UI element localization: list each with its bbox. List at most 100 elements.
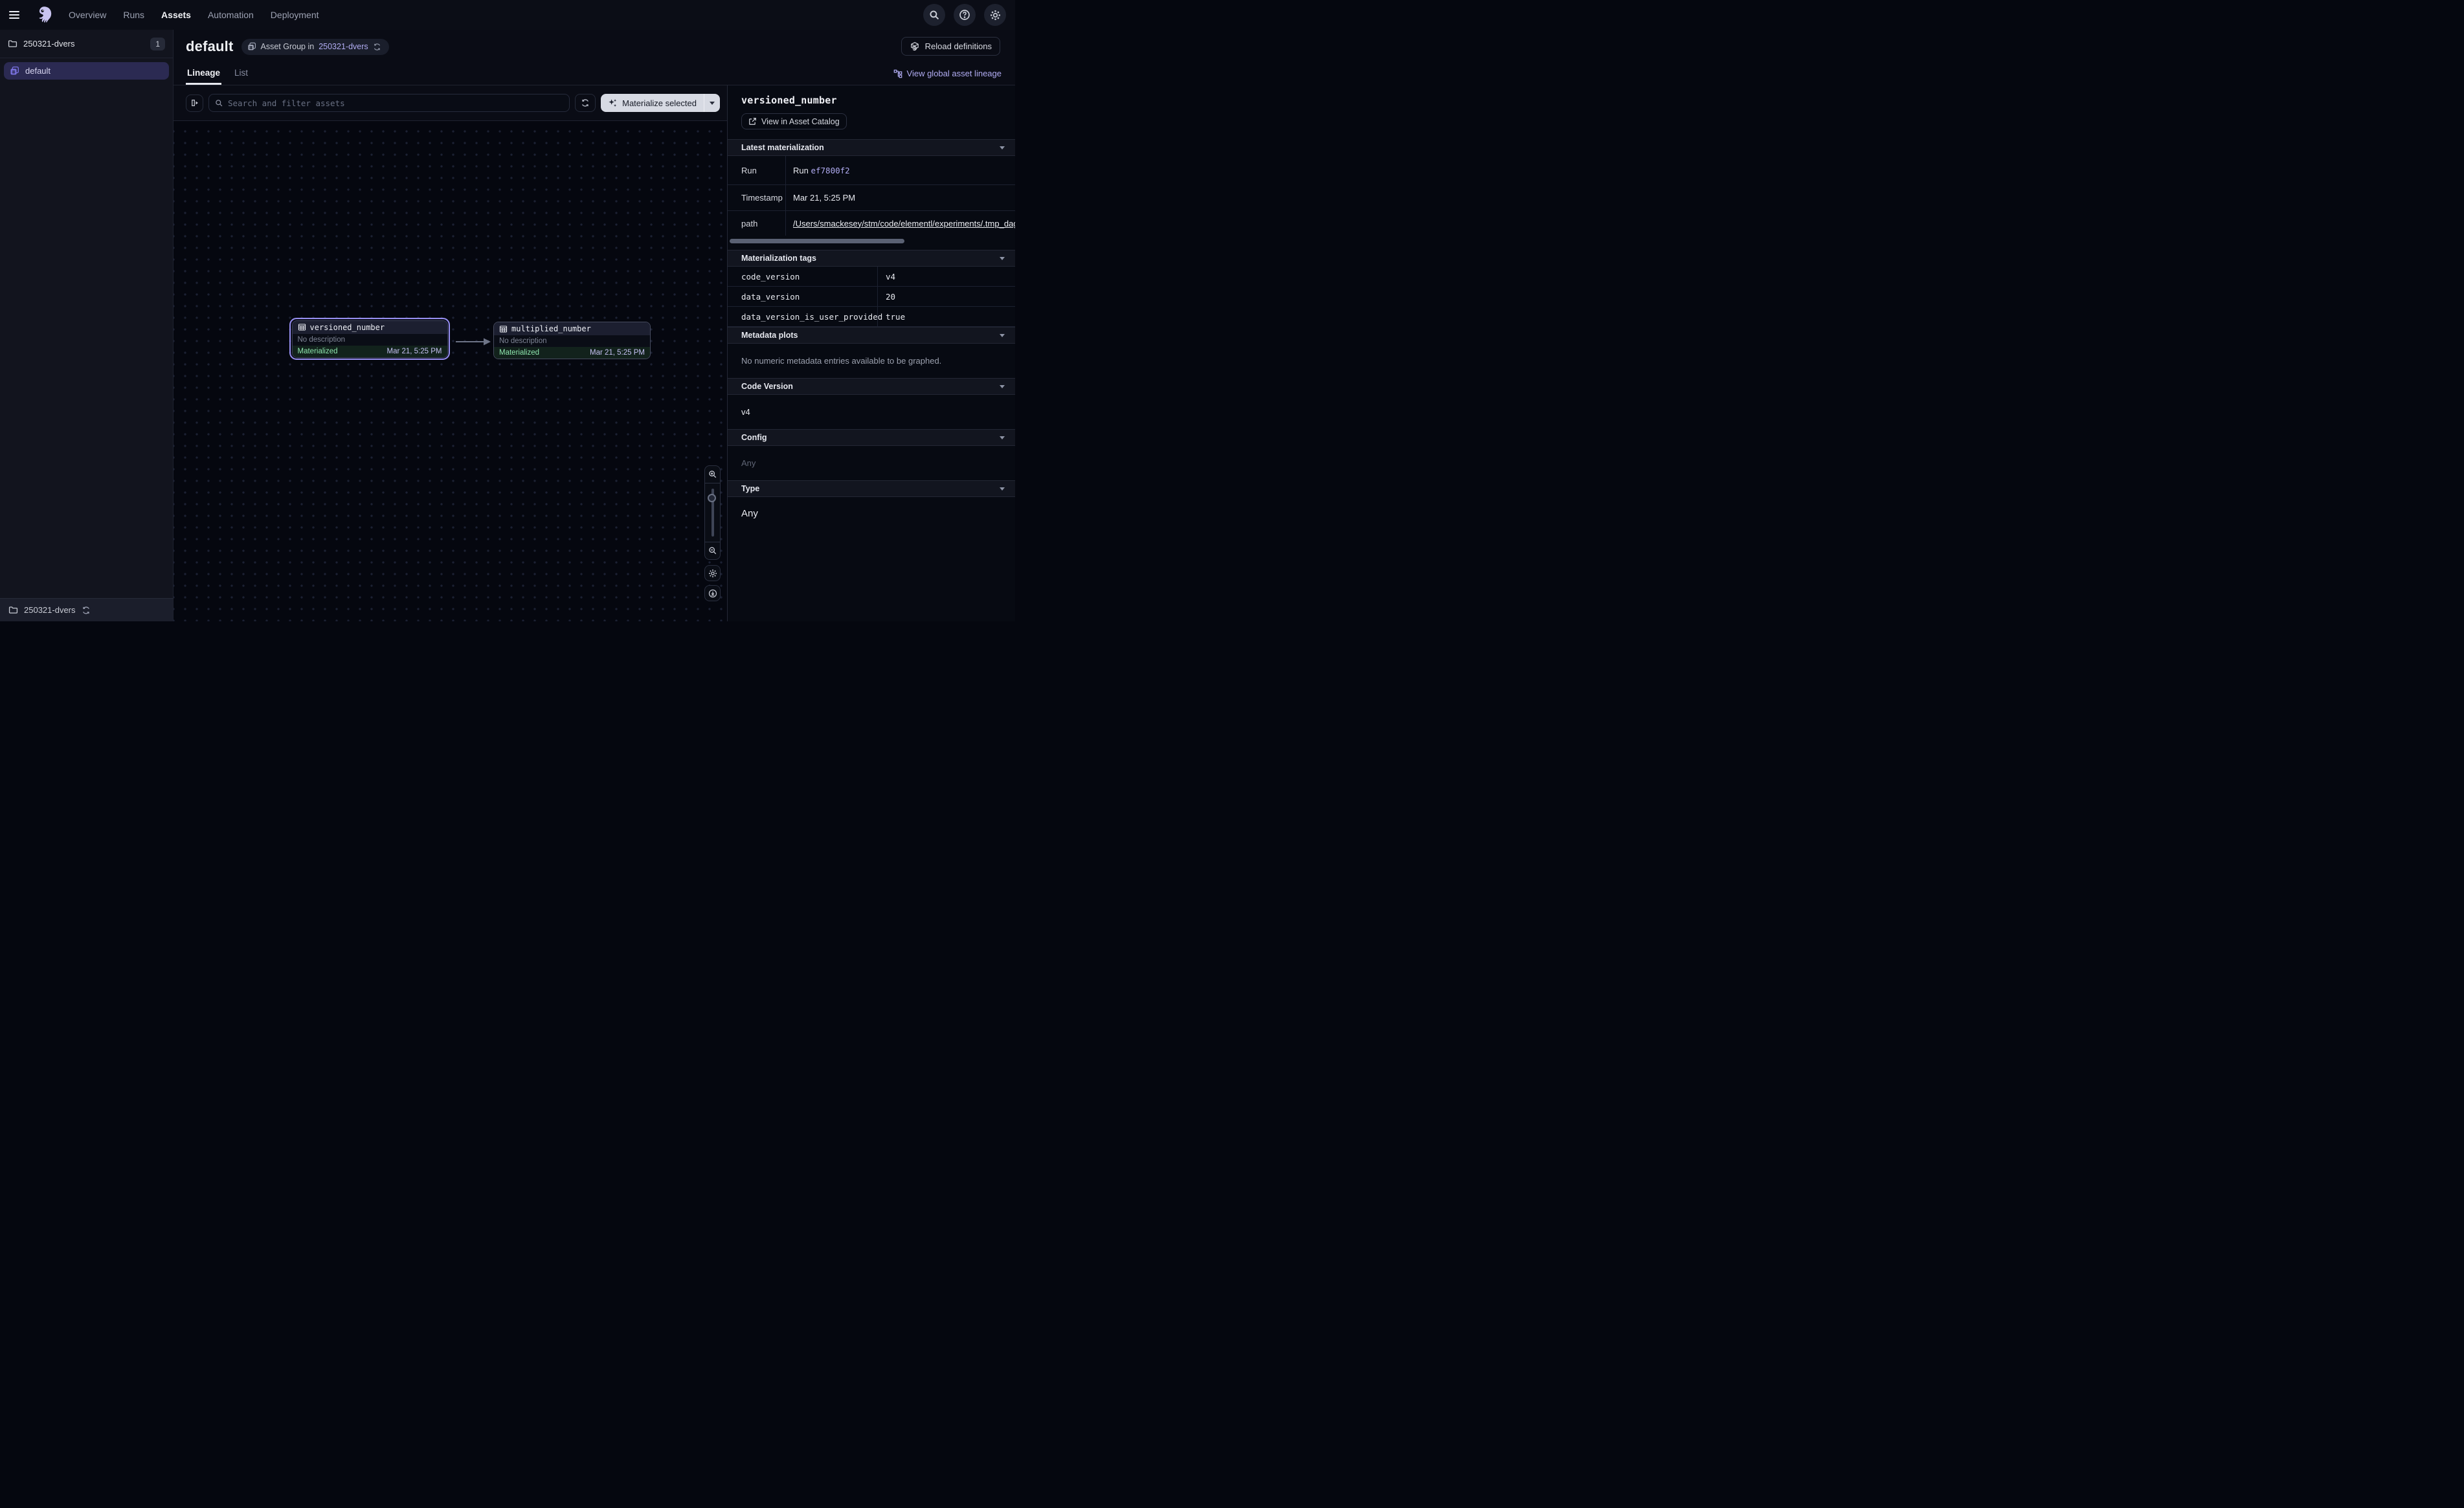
- lineage-canvas[interactable]: versioned_number No description Material…: [174, 121, 727, 621]
- section-type[interactable]: Type: [728, 480, 1015, 497]
- search-button[interactable]: [923, 4, 945, 26]
- section-title: Latest materialization: [741, 143, 824, 152]
- tag-value: true: [878, 307, 1015, 326]
- section-code-version[interactable]: Code Version: [728, 378, 1015, 395]
- nav-right-actions: [923, 4, 1006, 26]
- zoom-slider[interactable]: [705, 483, 720, 542]
- chevron-down-icon: [710, 102, 715, 105]
- collapse-caret-icon: [1000, 436, 1005, 439]
- materialized-status: Materialized: [298, 348, 338, 355]
- expand-sidebar-panel-button[interactable]: [186, 94, 203, 112]
- materialized-timestamp: Mar 21, 5:25 PM: [590, 349, 645, 357]
- asset-node-multiplied-number[interactable]: multiplied_number No description Materia…: [493, 322, 651, 359]
- tag-key: data_version: [728, 287, 878, 306]
- code-location-name: 250321-dvers: [23, 39, 75, 49]
- zoom-out-button[interactable]: [705, 542, 720, 559]
- zoom-in-button[interactable]: [705, 466, 720, 483]
- asset-node-header: multiplied_number: [494, 322, 650, 335]
- table-row: Run Run ef7800f2: [728, 156, 1015, 185]
- asset-group-icon: [247, 42, 256, 51]
- zoom-controls: [704, 465, 721, 560]
- metadata-plots-empty-text: No numeric metadata entries available to…: [728, 344, 1015, 378]
- section-materialization-tags[interactable]: Materialization tags: [728, 250, 1015, 267]
- asset-node-status-row: Materialized Mar 21, 5:25 PM: [494, 347, 650, 359]
- row-value: Run ef7800f2: [786, 156, 1015, 184]
- asset-group-icon: [10, 66, 19, 76]
- tag-key: data_version_is_user_provided: [728, 307, 878, 326]
- section-title: Config: [741, 433, 767, 442]
- sync-icon: [373, 43, 381, 51]
- asset-search-input[interactable]: [228, 98, 563, 108]
- tab-lineage[interactable]: Lineage: [186, 64, 221, 85]
- table-icon: [298, 323, 306, 331]
- tag-key: code_version: [728, 267, 878, 286]
- top-nav: Overview Runs Assets Automation Deployme…: [0, 0, 1015, 30]
- sidebar-code-location[interactable]: 250321-dvers 1: [0, 30, 173, 58]
- materialized-status: Materialized: [499, 349, 539, 357]
- row-label: Timestamp: [728, 185, 786, 210]
- collapse-caret-icon: [1000, 487, 1005, 491]
- badge-location-link[interactable]: 250321-dvers: [319, 42, 368, 51]
- asset-node-status-row: Materialized Mar 21, 5:25 PM: [293, 346, 447, 357]
- panel-toggle-icon: [190, 98, 199, 107]
- sidebar-item-default-group[interactable]: default: [4, 62, 169, 80]
- reload-definitions-label: Reload definitions: [925, 41, 992, 51]
- materialize-sparkle-icon: [608, 98, 618, 108]
- collapse-caret-icon: [1000, 257, 1005, 260]
- nav-item-overview[interactable]: Overview: [69, 10, 106, 20]
- nav-item-runs[interactable]: Runs: [123, 10, 144, 20]
- row-label: Run: [728, 156, 786, 184]
- graph-settings-button[interactable]: [704, 565, 721, 581]
- nav-item-automation[interactable]: Automation: [208, 10, 254, 20]
- materialize-dropdown-button[interactable]: [704, 94, 720, 112]
- reload-definitions-button[interactable]: Reload definitions: [901, 37, 1000, 56]
- content: 250321-dvers 1 default 250321-dvers defa…: [0, 30, 1015, 621]
- section-title: Materialization tags: [741, 254, 816, 263]
- latest-materialization-table: Run Run ef7800f2 Timestamp Mar 21, 5:25 …: [728, 156, 1015, 236]
- lineage-edge-arrow: [451, 333, 495, 351]
- nav-item-deployment[interactable]: Deployment: [271, 10, 319, 20]
- section-config[interactable]: Config: [728, 429, 1015, 446]
- section-latest-materialization[interactable]: Latest materialization: [728, 139, 1015, 156]
- view-global-asset-lineage-link[interactable]: View global asset lineage: [893, 69, 1002, 78]
- collapse-caret-icon: [1000, 385, 1005, 388]
- hamburger-menu-icon[interactable]: [9, 6, 26, 23]
- materialize-selected-button[interactable]: Materialize selected: [601, 94, 704, 112]
- help-button[interactable]: [954, 4, 976, 26]
- refresh-graph-button[interactable]: [575, 94, 596, 112]
- nav-item-assets[interactable]: Assets: [161, 10, 191, 20]
- reload-definitions-icon: [910, 41, 920, 52]
- tab-list[interactable]: List: [233, 64, 249, 85]
- sidebar-item-label: default: [25, 66, 50, 76]
- section-title: Code Version: [741, 382, 793, 391]
- settings-button[interactable]: [984, 4, 1006, 26]
- row-label: path: [728, 211, 786, 236]
- refresh-icon: [581, 98, 590, 107]
- table-row: data_version_is_user_provided true: [728, 307, 1015, 327]
- external-link-icon: [748, 117, 757, 126]
- section-metadata-plots[interactable]: Metadata plots: [728, 327, 1015, 344]
- folder-icon: [8, 605, 18, 615]
- section-title: Metadata plots: [741, 331, 798, 340]
- asset-node-description: No description: [293, 334, 447, 346]
- run-prefix: Run: [793, 166, 811, 175]
- path-link[interactable]: /Users/smackesey/stm/code/elementl/exper…: [793, 219, 1015, 228]
- asset-node-versioned-number[interactable]: versioned_number No description Material…: [289, 318, 450, 360]
- table-row: data_version 20: [728, 287, 1015, 307]
- asset-count-badge: 1: [150, 38, 165, 50]
- zoom-slider-thumb[interactable]: [708, 494, 716, 502]
- tag-value: 20: [878, 287, 1015, 306]
- main-body: Materialize selected: [174, 85, 1015, 621]
- scrollbar-thumb[interactable]: [730, 239, 904, 243]
- gear-icon: [708, 569, 717, 578]
- view-in-asset-catalog-button[interactable]: View in Asset Catalog: [741, 113, 847, 129]
- row-value: Mar 21, 5:25 PM: [786, 185, 1015, 210]
- dagster-logo-icon[interactable]: [34, 5, 54, 25]
- asset-node-description: No description: [494, 335, 650, 347]
- run-id-link[interactable]: ef7800f2: [811, 166, 849, 175]
- download-icon: [708, 589, 717, 598]
- table-row: path /Users/smackesey/stm/code/elementl/…: [728, 211, 1015, 236]
- download-graph-button[interactable]: [704, 585, 721, 601]
- sidebar-footer[interactable]: 250321-dvers: [0, 598, 173, 621]
- search-icon: [929, 10, 940, 21]
